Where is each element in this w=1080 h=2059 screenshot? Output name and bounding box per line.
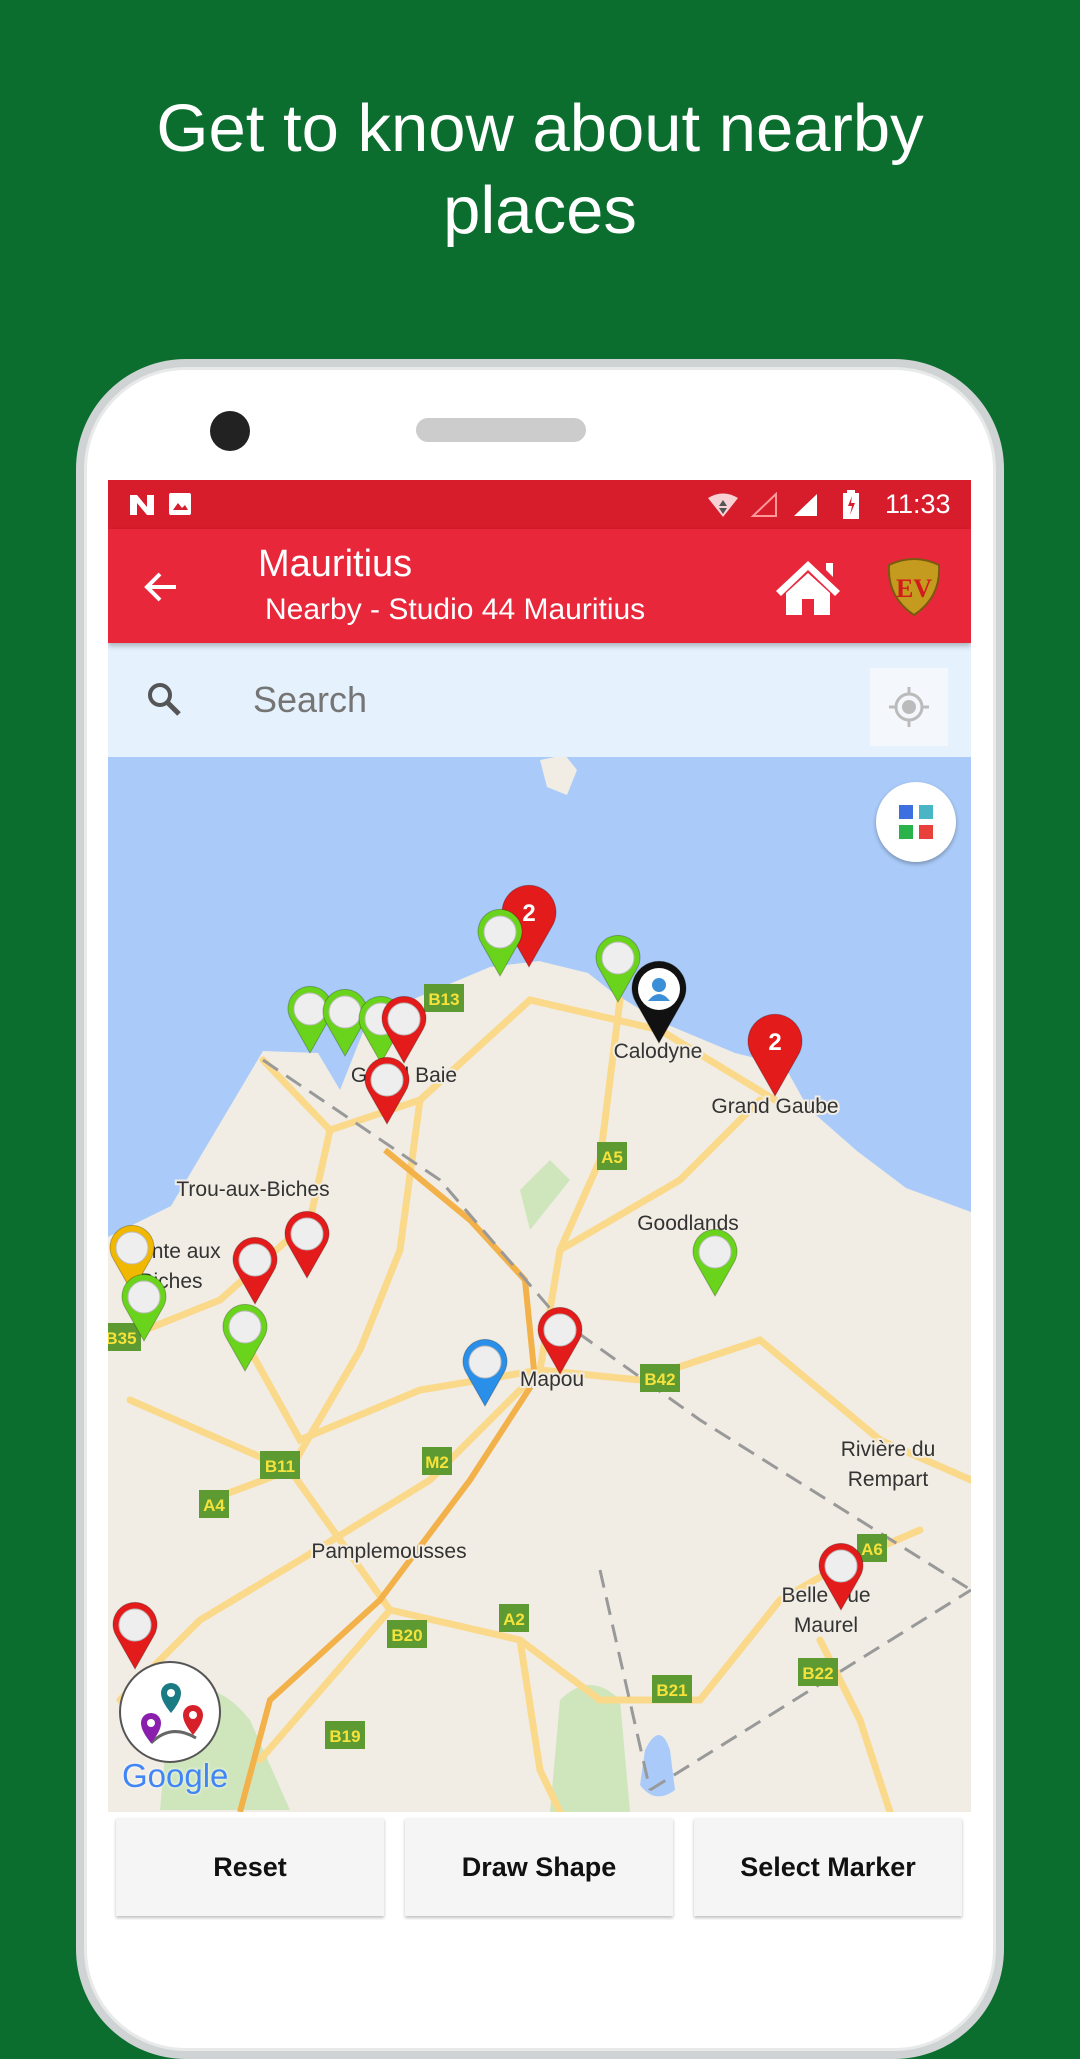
draw-shape-button[interactable]: Draw Shape [405, 1818, 673, 1916]
speaker [416, 418, 586, 442]
headline: Get to know about nearby places [156, 91, 924, 248]
svg-text:B35: B35 [108, 1329, 137, 1348]
road-shield: A2 [499, 1604, 529, 1632]
signal-empty-icon [750, 492, 777, 517]
svg-text:B13: B13 [428, 990, 459, 1009]
svg-text:2: 2 [522, 900, 535, 927]
place-label: Rempart [848, 1468, 929, 1491]
place-label: Calodyne [614, 1040, 703, 1063]
page-title: Mauritius [258, 543, 413, 585]
road-shield: B20 [387, 1620, 427, 1648]
road-shield: A5 [597, 1142, 627, 1170]
status-time: 11:33 [885, 489, 951, 519]
svg-text:A4: A4 [203, 1496, 225, 1515]
grid-icon [899, 805, 933, 839]
my-location-icon [889, 687, 929, 727]
svg-text:A6: A6 [861, 1540, 883, 1559]
camera [210, 411, 250, 451]
search-input[interactable] [253, 665, 813, 735]
google-attribution: Google [122, 1757, 229, 1794]
svg-text:B42: B42 [644, 1370, 675, 1389]
svg-text:B19: B19 [329, 1727, 360, 1746]
select-marker-button[interactable]: Select Marker [694, 1818, 962, 1916]
road-shield: A4 [199, 1490, 229, 1518]
layers-button[interactable] [876, 782, 956, 862]
svg-text:A2: A2 [503, 1610, 525, 1629]
road-shield: B42 [640, 1364, 680, 1392]
logo-text: EV [896, 574, 932, 603]
action-buttons: Reset Draw Shape Select Marker [108, 1812, 971, 1920]
place-label: Belle Vue [781, 1584, 870, 1607]
app-logo[interactable]: EV [885, 557, 943, 617]
road-shield: B19 [325, 1721, 365, 1749]
wifi-icon [708, 493, 738, 517]
place-label: Pamplemousses [311, 1540, 466, 1563]
svg-text:M2: M2 [425, 1453, 449, 1472]
svg-text:A5: A5 [601, 1148, 623, 1167]
place-label: Rivière du [841, 1438, 936, 1461]
my-location-button[interactable] [870, 668, 948, 746]
image-icon [169, 493, 191, 515]
svg-text:B21: B21 [656, 1681, 687, 1700]
back-button[interactable] [144, 571, 178, 603]
svg-text:B20: B20 [391, 1626, 422, 1645]
route-pins-icon [141, 1683, 203, 1745]
reset-button[interactable]: Reset [116, 1818, 384, 1916]
signal-full-icon [794, 494, 817, 516]
place-label: Grand Gaube [711, 1095, 838, 1118]
status-bar: 11:33 [108, 480, 971, 529]
map-view[interactable]: CalodyneGrand GaubeGrand BaieTrou-aux-Bi… [108, 757, 971, 1812]
home-icon[interactable] [774, 557, 842, 617]
road-shield: B21 [652, 1675, 692, 1703]
place-label: Maurel [794, 1614, 858, 1637]
map-canvas[interactable]: CalodyneGrand GaubeGrand BaieTrou-aux-Bi… [108, 757, 971, 1812]
svg-text:B11: B11 [265, 1457, 295, 1476]
road-shield: B11 [260, 1451, 300, 1479]
place-label: Trou-aux-Biches [176, 1178, 329, 1201]
svg-text:2: 2 [768, 1029, 781, 1056]
page-subtitle: Nearby - Studio 44 Mauritius [265, 593, 646, 626]
app-map-logo[interactable] [119, 1661, 221, 1763]
app-bar: Mauritius Nearby - Studio 44 Mauritius E… [108, 529, 971, 643]
svg-text:B22: B22 [802, 1664, 833, 1683]
road-shield: B13 [424, 984, 464, 1012]
road-shield: M2 [422, 1447, 452, 1475]
n-logo-icon [130, 495, 154, 515]
battery-charging-icon [843, 490, 859, 519]
app-screen: 11:33 Mauritius Nearby - Studio 44 Mauri… [108, 480, 971, 1920]
road-shield: B22 [798, 1658, 838, 1686]
search-icon [148, 683, 181, 716]
search-bar [108, 643, 971, 757]
place-label: Mapou [520, 1368, 584, 1391]
